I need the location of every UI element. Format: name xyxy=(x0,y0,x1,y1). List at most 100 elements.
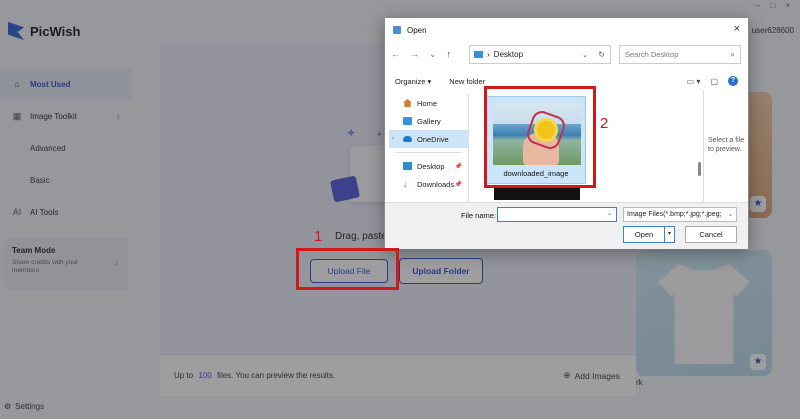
new-folder-button[interactable]: New folder xyxy=(449,77,485,86)
file-type-select[interactable]: Image Files(*.bmp;*.jpg;*.jpeg; ⌄ xyxy=(623,207,737,222)
search-input[interactable]: Search Desktop ⌕ xyxy=(619,45,741,64)
desktop-icon xyxy=(403,162,412,170)
view-controls: ▭ ▾ ▢ ? xyxy=(687,76,738,86)
file-item-downloaded-image[interactable]: downloaded_image xyxy=(486,96,586,184)
settings-button[interactable]: ⚙ Settings xyxy=(4,402,44,411)
open-button[interactable]: Open ▾ xyxy=(623,226,675,243)
pin-icon: 📌 xyxy=(454,181,462,188)
chevron-down-icon: ⌄ xyxy=(727,212,733,218)
nav-divider xyxy=(395,152,462,153)
open-file-dialog: Open × ← → ⌄ ↑ › Desktop ⌄ ↻ Search Desk… xyxy=(384,17,749,249)
nav-item-home[interactable]: Home xyxy=(389,94,468,112)
upload-modal-footer: Up to 100 files. You can preview the res… xyxy=(160,354,636,396)
home-icon xyxy=(403,99,412,107)
gear-icon: ⚙ xyxy=(4,402,12,411)
file-item-thumbnail[interactable] xyxy=(494,186,580,200)
drag-paste-text: Drag, paste xyxy=(335,231,387,242)
team-mode-card[interactable]: Team Mode Share credits with your member… xyxy=(4,238,128,290)
preview-pane: Select a file to preview. xyxy=(703,90,749,202)
chevron-right-icon: › xyxy=(114,258,118,269)
preview-pane-icon[interactable]: ▢ xyxy=(710,77,718,86)
chevron-down-icon[interactable]: ⌄ xyxy=(582,51,588,59)
file-list: downloaded_image xyxy=(472,94,684,202)
star-icon[interactable]: ★ xyxy=(750,196,766,212)
sidebar-item-basic[interactable]: Basic xyxy=(0,164,132,196)
help-icon[interactable]: ? xyxy=(728,76,738,86)
dialog-bottom-bar: File name: ⌄ Image Files(*.bmp;*.jpg;*.j… xyxy=(385,202,748,249)
file-name-label: File name: xyxy=(461,211,497,220)
sparkle-icon: ✦ xyxy=(346,126,357,140)
nav-item-desktop[interactable]: Desktop 📌 xyxy=(389,157,468,175)
chevron-down-icon[interactable]: ⌄ xyxy=(429,49,437,60)
pin-icon: 📌 xyxy=(454,163,462,170)
file-list-scrollbar[interactable] xyxy=(698,94,702,202)
scrollbar-thumb[interactable] xyxy=(698,162,701,176)
annotation-number-1: 1 xyxy=(314,228,323,245)
add-images-button[interactable]: ⊕ Add Images xyxy=(564,370,621,381)
flower-image xyxy=(537,121,555,139)
cancel-button[interactable]: Cancel xyxy=(685,226,737,243)
annotation-number-2: 2 xyxy=(600,115,609,132)
maximize-icon[interactable]: □ xyxy=(770,1,775,10)
address-bar[interactable]: › Desktop ⌄ ↻ xyxy=(469,45,611,64)
open-button-label: Open xyxy=(634,230,654,239)
add-images-label: Add Images xyxy=(574,370,620,381)
close-icon[interactable]: × xyxy=(734,23,740,35)
sidebar-item-advanced[interactable]: Advanced xyxy=(0,132,132,164)
upload-limit-text: Up to 100 files. You can preview the res… xyxy=(174,371,335,380)
file-name: downloaded_image xyxy=(503,169,569,178)
dialog-title: Open xyxy=(407,25,427,35)
add-image-icon: ⊕ xyxy=(563,370,571,380)
nav-item-onedrive[interactable]: › OneDrive xyxy=(389,130,468,148)
picwish-logo-icon xyxy=(8,22,24,40)
view-options-icon[interactable]: ▭ ▾ xyxy=(687,77,701,86)
minimize-icon[interactable]: – xyxy=(756,1,760,10)
folder-icon xyxy=(474,51,483,58)
gallery-icon xyxy=(403,117,412,125)
close-window-icon[interactable]: × xyxy=(785,1,790,10)
organize-button[interactable]: Organize ▾ xyxy=(395,77,431,86)
brand-name: PicWish xyxy=(30,23,81,39)
nav-item-label: Downloads xyxy=(417,179,455,189)
forward-arrow-icon[interactable]: → xyxy=(410,49,419,59)
ai-icon: AI xyxy=(12,207,22,217)
star-icon[interactable]: ★ xyxy=(750,354,766,370)
up-arrow-icon[interactable]: ↑ xyxy=(447,49,452,59)
back-arrow-icon[interactable]: ← xyxy=(391,49,400,59)
sidebar-item-image-toolkit[interactable]: ▦ Image Toolkit › xyxy=(0,100,132,132)
grid-icon: ▦ xyxy=(12,111,22,121)
chevron-right-icon: › xyxy=(487,50,490,59)
cloud-icon xyxy=(403,136,412,142)
dialog-titlebar: Open xyxy=(385,18,748,42)
nav-item-downloads[interactable]: ↓ Downloads 📌 xyxy=(389,175,468,193)
address-path: Desktop xyxy=(493,50,524,59)
dialog-toolbar: Organize ▾ New folder ▭ ▾ ▢ ? xyxy=(385,72,748,90)
upload-limit-prefix: Up to xyxy=(174,371,194,380)
upload-folder-button[interactable]: Upload Folder xyxy=(399,258,483,284)
nav-item-label: OneDrive xyxy=(417,134,449,144)
chevron-right-icon: › xyxy=(116,110,120,122)
nav-item-gallery[interactable]: Gallery xyxy=(389,112,468,130)
nav-item-label: Gallery xyxy=(417,116,441,126)
upload-limit-count: 100 xyxy=(198,371,212,380)
upload-file-button[interactable]: Upload File xyxy=(310,259,388,283)
nav-item-label: Home xyxy=(417,98,438,108)
file-name-field[interactable] xyxy=(497,207,617,222)
chevron-right-icon[interactable]: › xyxy=(392,136,394,142)
sidebar-item-label: Most Used xyxy=(30,79,71,89)
settings-label: Settings xyxy=(15,402,45,411)
download-icon: ↓ xyxy=(403,179,408,189)
refresh-icon[interactable]: ↻ xyxy=(598,50,605,59)
sidebar-item-label: Image Toolkit xyxy=(30,111,77,121)
tool-card-tshirt[interactable]: ★ xyxy=(636,250,772,376)
open-dropdown-icon[interactable]: ▾ xyxy=(664,227,674,242)
search-placeholder: Search Desktop xyxy=(625,50,679,59)
user-name[interactable]: user628600 xyxy=(752,26,794,35)
chevron-down-icon[interactable]: ⌄ xyxy=(607,210,612,217)
sidebar-item-label: AI Tools xyxy=(30,207,59,217)
sidebar-item-ai-tools[interactable]: AI AI Tools xyxy=(0,196,132,228)
sidebar-item-most-used[interactable]: ⌂ Most Used xyxy=(0,68,132,100)
nav-item-label: Desktop xyxy=(417,161,445,171)
dialog-app-icon xyxy=(393,26,401,34)
sidebar: ⌂ Most Used ▦ Image Toolkit › Advanced B… xyxy=(0,68,132,290)
